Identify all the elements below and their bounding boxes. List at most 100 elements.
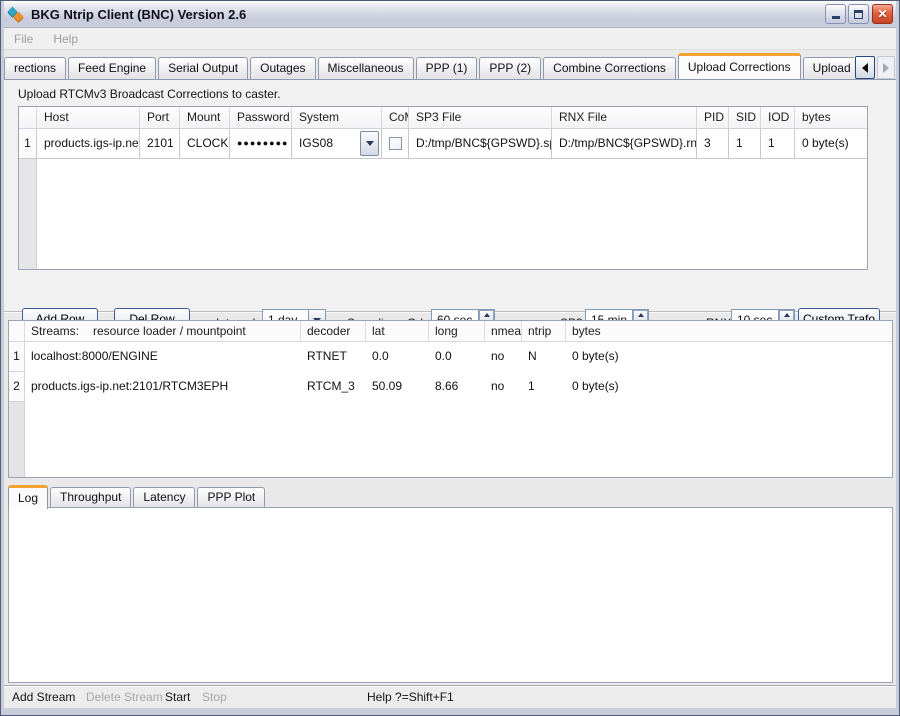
- maximize-button[interactable]: [848, 4, 869, 24]
- chevron-down-icon: [366, 141, 374, 146]
- close-icon: ✕: [877, 5, 887, 23]
- port-cell[interactable]: 2101: [140, 129, 180, 158]
- header-mount: Mount: [180, 107, 230, 128]
- spin-up-icon: [784, 313, 790, 317]
- tab-miscellaneous[interactable]: Miscellaneous: [318, 57, 414, 79]
- header-long: long: [429, 321, 485, 341]
- mountpoint-cell: localhost:8000/ENGINE: [25, 342, 301, 372]
- delete-stream-button[interactable]: Delete Stream: [86, 686, 163, 708]
- streams-table-header: Streams: resource loader / mountpoint de…: [9, 321, 892, 342]
- header-sp3-file: SP3 File: [409, 107, 552, 128]
- stream-row[interactable]: 2 products.igs-ip.net:2101/RTCM3EPH RTCM…: [9, 372, 892, 402]
- system-combo[interactable]: IGS08: [292, 129, 382, 158]
- upload-table-row: 1 products.igs-ip.net 2101 CLOCK ●●●●●●●…: [19, 129, 867, 159]
- decoder-cell: RTCM_3: [301, 372, 366, 402]
- nmea-cell: no: [485, 342, 522, 372]
- host-cell[interactable]: products.igs-ip.net: [37, 129, 140, 158]
- app-icon: [8, 6, 25, 22]
- start-button[interactable]: Start: [165, 686, 190, 708]
- menu-bar: File Help: [4, 28, 896, 50]
- streams-table: Streams: resource loader / mountpoint de…: [8, 320, 893, 478]
- tab-upload-ephemeris[interactable]: Upload Ephemeris: [803, 57, 854, 79]
- status-bar: Add Stream Delete Stream Start Stop Help…: [4, 685, 896, 708]
- menu-help[interactable]: Help: [43, 28, 88, 50]
- main-tab-bar: rections Feed Engine Serial Output Outag…: [4, 50, 896, 80]
- header-mountpoint: Streams: resource loader / mountpoint: [25, 321, 301, 341]
- minimize-icon: [832, 16, 840, 19]
- tab-combine-corrections[interactable]: Combine Corrections: [543, 57, 676, 79]
- row-header-strip: [9, 402, 25, 477]
- header-sid: SID: [729, 107, 761, 128]
- tab-scroll-right-button[interactable]: [877, 56, 895, 79]
- header-port: Port: [140, 107, 180, 128]
- tab-upload-corrections[interactable]: Upload Corrections: [678, 53, 801, 79]
- nmea-cell: no: [485, 372, 522, 402]
- minimize-button[interactable]: [825, 4, 846, 24]
- row-number: 1: [19, 129, 37, 158]
- tab-corrections-partial[interactable]: rections: [4, 57, 66, 79]
- header-nmea: nmea: [485, 321, 522, 341]
- streams-corner-label: Streams:: [31, 321, 79, 341]
- system-value: IGS08: [299, 129, 360, 158]
- bytes-cell: 0 byte(s): [566, 372, 892, 402]
- tab-ppp-plot[interactable]: PPP Plot: [197, 487, 265, 508]
- spin-up-button[interactable]: [779, 310, 794, 320]
- tab-latency[interactable]: Latency: [133, 487, 195, 508]
- upload-table-header: Host Port Mount Password System CoM SP3 …: [19, 107, 867, 129]
- streams-header-corner: [9, 321, 25, 341]
- system-dropdown-button[interactable]: [360, 131, 379, 156]
- upload-corrections-page: Upload RTCMv3 Broadcast Corrections to c…: [4, 80, 896, 312]
- stream-row[interactable]: 1 localhost:8000/ENGINE RTNET 0.0 0.0 no…: [9, 342, 892, 372]
- spin-up-button[interactable]: [479, 310, 494, 320]
- mount-cell[interactable]: CLOCK: [180, 129, 230, 158]
- upload-table: Host Port Mount Password System CoM SP3 …: [18, 106, 868, 270]
- password-cell[interactable]: ●●●●●●●●: [230, 129, 292, 158]
- tab-scroll-left-button[interactable]: [855, 56, 875, 79]
- header-host: Host: [37, 107, 140, 128]
- ntrip-cell: 1: [522, 372, 566, 402]
- spin-up-icon: [638, 313, 644, 317]
- com-cell: [382, 129, 409, 158]
- lat-cell: 0.0: [366, 342, 429, 372]
- rnx-file-cell[interactable]: D:/tmp/BNC${GPSWD}.rnx: [552, 129, 697, 158]
- row-header-strip: [19, 159, 37, 269]
- stop-button[interactable]: Stop: [202, 686, 227, 708]
- tab-log[interactable]: Log: [8, 485, 48, 509]
- header-password: Password: [230, 107, 292, 128]
- header-rnx-file: RNX File: [552, 107, 697, 128]
- tab-ppp-1[interactable]: PPP (1): [416, 57, 478, 79]
- long-cell: 8.66: [429, 372, 485, 402]
- lat-cell: 50.09: [366, 372, 429, 402]
- sid-cell[interactable]: 1: [729, 129, 761, 158]
- sp3-file-cell[interactable]: D:/tmp/BNC${GPSWD}.sp3: [409, 129, 552, 158]
- tab-serial-output[interactable]: Serial Output: [158, 57, 248, 79]
- header-bytes: bytes: [566, 321, 892, 341]
- header-ntrip: ntrip: [522, 321, 566, 341]
- spin-up-icon: [484, 313, 490, 317]
- header-com: CoM: [382, 107, 409, 128]
- header-pid: PID: [697, 107, 729, 128]
- tab-throughput[interactable]: Throughput: [50, 487, 131, 508]
- tab-strip: rections Feed Engine Serial Output Outag…: [4, 53, 854, 79]
- header-decoder: decoder: [301, 321, 366, 341]
- page-caption: Upload RTCMv3 Broadcast Corrections to c…: [18, 87, 281, 101]
- ntrip-cell: N: [522, 342, 566, 372]
- mountpoint-header-label: resource loader / mountpoint: [93, 321, 246, 341]
- app-window: BKG Ntrip Client (BNC) Version 2.6 ✕ Fil…: [0, 0, 900, 716]
- long-cell: 0.0: [429, 342, 485, 372]
- log-output-area[interactable]: [8, 507, 893, 683]
- title-bar: BKG Ntrip Client (BNC) Version 2.6 ✕: [4, 1, 896, 28]
- close-button[interactable]: ✕: [872, 4, 893, 24]
- tab-feed-engine[interactable]: Feed Engine: [68, 57, 156, 79]
- tab-outages[interactable]: Outages: [250, 57, 315, 79]
- window-title: BKG Ntrip Client (BNC) Version 2.6: [31, 7, 246, 22]
- bytes-cell: 0 byte(s): [566, 342, 892, 372]
- menu-file[interactable]: File: [4, 28, 43, 50]
- pid-cell[interactable]: 3: [697, 129, 729, 158]
- iod-cell[interactable]: 1: [761, 129, 795, 158]
- add-stream-button[interactable]: Add Stream: [12, 686, 75, 708]
- spin-up-button[interactable]: [633, 310, 648, 320]
- client-area: rections Feed Engine Serial Output Outag…: [4, 50, 896, 708]
- com-checkbox[interactable]: [389, 137, 402, 150]
- tab-ppp-2[interactable]: PPP (2): [479, 57, 541, 79]
